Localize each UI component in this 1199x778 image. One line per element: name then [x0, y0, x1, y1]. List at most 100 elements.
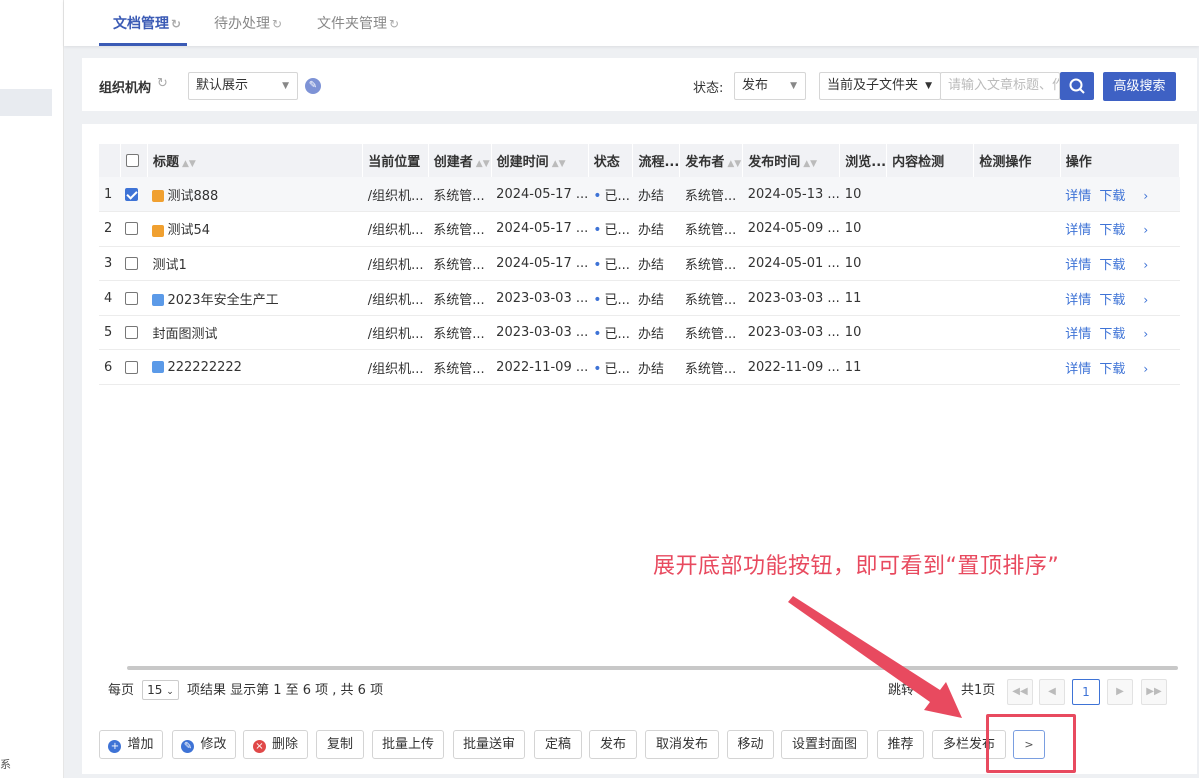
table-row[interactable]: 3 测试1/组织机... 系统管... 2024-05-17 ... • 已... 办结 系统…: [99, 246, 1180, 282]
header-publisher[interactable]: 发布者 ▲▼: [679, 144, 744, 177]
row-select[interactable]: [120, 280, 148, 316]
row-checkbox[interactable]: [125, 187, 139, 201]
download-link[interactable]: 下载: [1099, 223, 1125, 238]
row-select[interactable]: [120, 177, 148, 213]
table-row[interactable]: 6 222222222/组织机... 系统管... 2022-11-09 ... • 已.…: [99, 349, 1180, 386]
published-cell: 2024-05-13 ...: [742, 177, 840, 213]
actions-cell: 详情 下载 ›: [1060, 177, 1180, 213]
recommend-button[interactable]: 推荐: [877, 730, 924, 759]
title-cell[interactable]: 222222222: [147, 349, 363, 386]
header-creator[interactable]: 创建者 ▲▼: [428, 144, 492, 177]
add-button[interactable]: + 增加: [99, 730, 163, 759]
row-checkbox[interactable]: [125, 222, 139, 236]
tab-document-management[interactable]: 文档管理 ↻: [98, 0, 188, 46]
download-link[interactable]: 下载: [1099, 189, 1125, 204]
page-number-button[interactable]: 1: [1072, 679, 1100, 705]
copy-button[interactable]: 复制: [316, 730, 364, 759]
refresh-icon[interactable]: ↻: [389, 17, 399, 31]
per-page-select[interactable]: 15 ⌄: [142, 680, 179, 700]
refresh-icon[interactable]: ↻: [171, 17, 181, 31]
view-select[interactable]: 默认展示 ▼: [188, 72, 298, 100]
chevron-right-icon[interactable]: ›: [1143, 189, 1148, 203]
filter-bar: 组织机构 ↻ 默认展示 ▼ ✎ 状态: 发布 ▼ 当前及子文件夹 ▼ 请输入文章标题、…: [82, 58, 1197, 111]
status-select[interactable]: 发布 ▼: [734, 72, 806, 100]
refresh-icon[interactable]: ↻: [157, 76, 168, 91]
detail-link[interactable]: 详情: [1065, 293, 1091, 308]
title-cell[interactable]: 测试1: [147, 246, 363, 282]
chevron-right-icon[interactable]: ›: [1143, 327, 1148, 341]
published-cell: 2024-05-01 ...: [742, 246, 840, 282]
last-page-icon[interactable]: ▶▶: [1141, 679, 1167, 705]
unpublish-button[interactable]: 取消发布: [645, 730, 719, 759]
chevron-right-icon[interactable]: ›: [1143, 362, 1148, 376]
chevron-right-icon[interactable]: ›: [1143, 223, 1148, 237]
row-checkbox[interactable]: [125, 360, 139, 374]
sort-icon[interactable]: ▲▼: [552, 159, 566, 169]
download-link[interactable]: 下载: [1099, 293, 1125, 308]
search-button[interactable]: [1060, 72, 1094, 100]
move-button[interactable]: 移动: [727, 730, 774, 759]
sort-icon[interactable]: ▲▼: [727, 159, 741, 169]
sort-icon[interactable]: ▲▼: [476, 159, 490, 169]
row-select[interactable]: [120, 315, 148, 351]
row-select[interactable]: [120, 349, 148, 386]
title-cell[interactable]: 2023年安全生产工: [147, 280, 363, 316]
table-row[interactable]: 4 2023年安全生产工/组织机... 系统管... 2023-03-03 ... • 已…: [99, 280, 1180, 316]
detail-link[interactable]: 详情: [1065, 327, 1091, 342]
tab-folder-management[interactable]: 文件夹管理 ↻: [315, 0, 401, 46]
header-title[interactable]: 标题 ▲▼: [147, 144, 364, 177]
edit-icon[interactable]: ✎: [305, 78, 321, 94]
row-checkbox[interactable]: [125, 291, 139, 305]
title-cell[interactable]: 测试888: [147, 177, 363, 213]
delete-button[interactable]: × 删除: [243, 730, 308, 759]
row-select[interactable]: [120, 246, 148, 282]
search-input[interactable]: 请输入文章标题、作: [940, 72, 1060, 100]
row-select[interactable]: [120, 211, 148, 247]
horizontal-scrollbar[interactable]: [127, 666, 1178, 670]
next-page-icon[interactable]: ▶: [1107, 679, 1133, 705]
published-cell: 2023-03-03 ...: [742, 280, 840, 316]
header-select-all[interactable]: [120, 144, 148, 177]
sidebar-active-item[interactable]: [0, 89, 52, 116]
select-all-checkbox[interactable]: [125, 154, 139, 167]
column-label: 创建时间: [496, 155, 549, 170]
view-select-value: 默认展示: [196, 78, 249, 93]
set-cover-button[interactable]: 设置封面图: [781, 730, 868, 759]
annotation-text: 展开底部功能按钮，即可看到“置顶排序”: [653, 554, 1060, 579]
header-created[interactable]: 创建时间 ▲▼: [491, 144, 589, 177]
delete-icon: ×: [252, 740, 266, 753]
finalize-button[interactable]: 定稿: [534, 730, 582, 759]
detail-link[interactable]: 详情: [1065, 362, 1091, 377]
chevron-right-icon[interactable]: ›: [1143, 293, 1148, 307]
table-row[interactable]: 2 测试54/组织机... 系统管... 2024-05-17 ... • 已... 办结系…: [99, 211, 1180, 247]
first-page-icon[interactable]: ◀◀: [1007, 679, 1033, 705]
batch-review-button[interactable]: 批量送审: [453, 730, 525, 759]
row-checkbox[interactable]: [125, 326, 139, 340]
check-action-cell: [973, 315, 1061, 351]
title-cell[interactable]: 封面图测试: [147, 315, 363, 351]
table-row[interactable]: 1 测试888/组织机... 系统管... 2024-05-17 ... • 已... 办结…: [99, 177, 1180, 213]
chevron-right-icon[interactable]: ›: [1143, 258, 1148, 272]
scope-select[interactable]: 当前及子文件夹 ▼: [819, 72, 941, 100]
detail-link[interactable]: 详情: [1065, 189, 1091, 204]
batch-upload-button[interactable]: 批量上传: [372, 730, 444, 759]
download-link[interactable]: 下载: [1099, 258, 1125, 273]
publish-button[interactable]: 发布: [589, 730, 637, 759]
sort-icon[interactable]: ▲▼: [803, 159, 817, 169]
download-link[interactable]: 下载: [1099, 327, 1125, 342]
header-published[interactable]: 发布时间 ▲▼: [742, 144, 841, 177]
column-label: 创建者: [433, 155, 473, 170]
detail-link[interactable]: 详情: [1065, 258, 1091, 273]
tab-todo[interactable]: 待办处理 ↻: [212, 0, 284, 46]
edit-button[interactable]: ✎ 修改: [172, 730, 236, 759]
table-row[interactable]: 5 封面图测试/组织机... 系统管... 2023-03-03 ... • 已... 办结…: [99, 315, 1180, 351]
table-header-row: 标题 ▲▼ 当前位置 创建者 ▲▼ 创建时间 ▲▼ 状态 流程... 发布者 ▲▼ 发布…: [99, 144, 1181, 177]
advanced-search-button[interactable]: 高级搜索: [1103, 72, 1176, 101]
download-link[interactable]: 下载: [1099, 362, 1125, 377]
prev-page-icon[interactable]: ◀: [1039, 679, 1065, 705]
refresh-icon[interactable]: ↻: [272, 17, 282, 31]
detail-link[interactable]: 详情: [1065, 223, 1091, 238]
sort-icon[interactable]: ▲▼: [182, 159, 196, 169]
row-checkbox[interactable]: [125, 256, 139, 270]
title-cell[interactable]: 测试54: [147, 211, 363, 247]
